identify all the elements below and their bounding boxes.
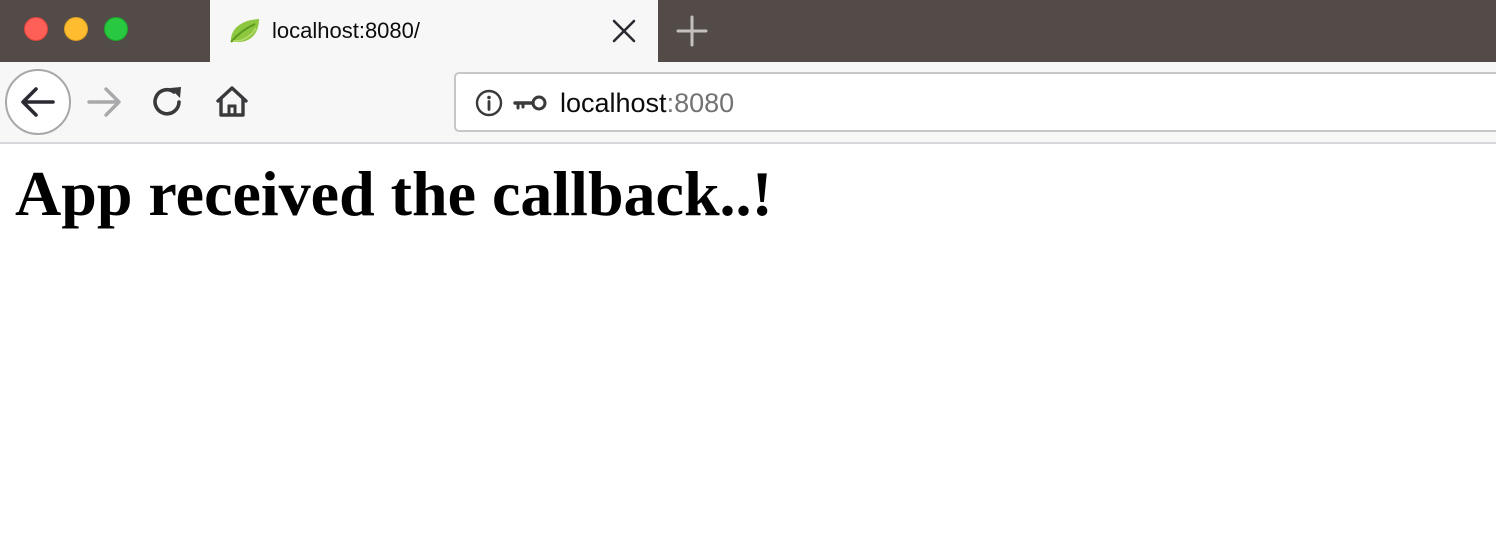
key-icon[interactable]: [512, 88, 548, 118]
navigation-toolbar: localhost:8080: [0, 62, 1496, 144]
spring-leaf-icon: [228, 16, 262, 46]
url-host: localhost: [560, 88, 667, 118]
info-icon[interactable]: [474, 88, 504, 118]
url-port: :8080: [666, 88, 735, 118]
back-button[interactable]: [5, 69, 71, 135]
close-icon[interactable]: [610, 17, 638, 45]
plus-icon[interactable]: [672, 12, 712, 50]
tab-active[interactable]: localhost:8080/: [210, 0, 658, 62]
url-text[interactable]: localhost:8080: [560, 87, 734, 119]
window-zoom-button[interactable]: [104, 17, 128, 41]
page-heading: App received the callback..!: [15, 158, 773, 229]
url-bar[interactable]: localhost:8080: [454, 72, 1496, 132]
tab-strip: localhost:8080/: [0, 0, 1496, 62]
home-button[interactable]: [200, 70, 264, 134]
window-close-button[interactable]: [24, 17, 48, 41]
tab-title: localhost:8080/: [272, 18, 420, 43]
page-content: App received the callback..!: [0, 146, 1496, 538]
window-minimize-button[interactable]: [64, 17, 88, 41]
reload-button[interactable]: [136, 70, 200, 134]
forward-button[interactable]: [72, 70, 136, 134]
